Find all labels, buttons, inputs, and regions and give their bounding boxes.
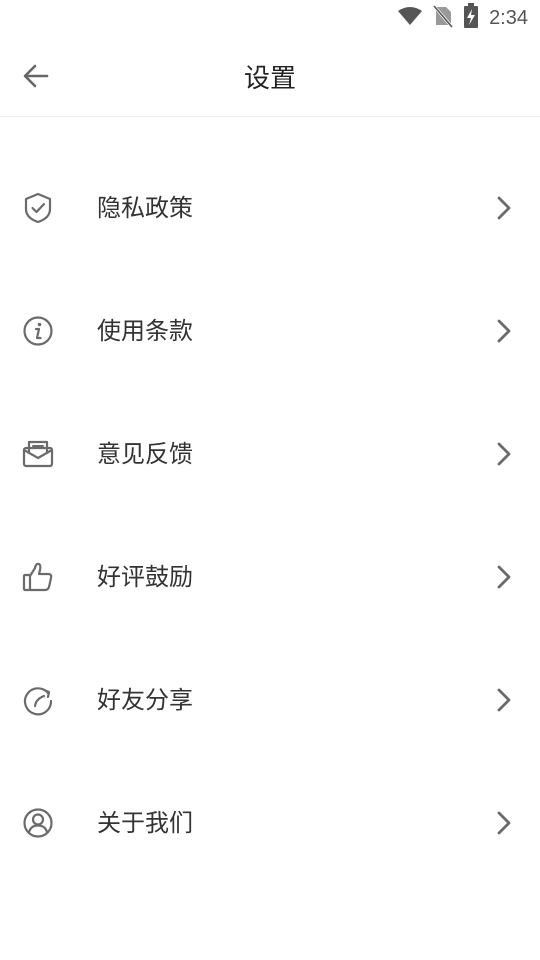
menu-item-label: 使用条款	[97, 317, 193, 345]
menu-item-label: 意见反馈	[97, 440, 193, 468]
chevron-right-icon	[490, 809, 518, 837]
feedback-mail-icon	[20, 436, 56, 472]
menu-item-terms-of-use[interactable]: 使用条款	[0, 269, 540, 392]
menu-item-label: 好友分享	[97, 686, 193, 714]
status-time: 2:34	[489, 6, 528, 29]
menu-item-label: 好评鼓励	[97, 563, 193, 591]
chevron-right-icon	[490, 194, 518, 222]
menu-item-feedback[interactable]: 意见反馈	[0, 392, 540, 515]
chevron-right-icon	[490, 563, 518, 591]
chevron-right-icon	[490, 317, 518, 345]
info-icon	[20, 313, 56, 349]
settings-list: 隐私政策 使用条款 意见反馈 好评鼓励 好友分享 关于我们	[0, 146, 540, 884]
page-title: 设置	[243, 64, 296, 94]
user-circle-icon	[20, 805, 56, 841]
shield-check-icon	[20, 190, 56, 226]
no-sim-icon	[432, 4, 454, 32]
app-bar: 设置	[0, 36, 540, 117]
menu-item-privacy-policy[interactable]: 隐私政策	[0, 146, 540, 269]
thumbs-up-icon	[20, 559, 56, 595]
menu-item-label: 关于我们	[97, 809, 193, 837]
chevron-right-icon	[490, 686, 518, 714]
menu-item-label: 隐私政策	[97, 194, 193, 222]
status-bar: 2:34	[0, 0, 540, 36]
wifi-icon	[397, 6, 423, 30]
share-refresh-icon	[20, 682, 56, 718]
menu-item-share[interactable]: 好友分享	[0, 638, 540, 761]
chevron-right-icon	[490, 440, 518, 468]
menu-item-about-us[interactable]: 关于我们	[0, 761, 540, 884]
status-icons: 2:34	[397, 3, 528, 33]
battery-charging-icon	[463, 3, 479, 33]
menu-item-rate-us[interactable]: 好评鼓励	[0, 515, 540, 638]
